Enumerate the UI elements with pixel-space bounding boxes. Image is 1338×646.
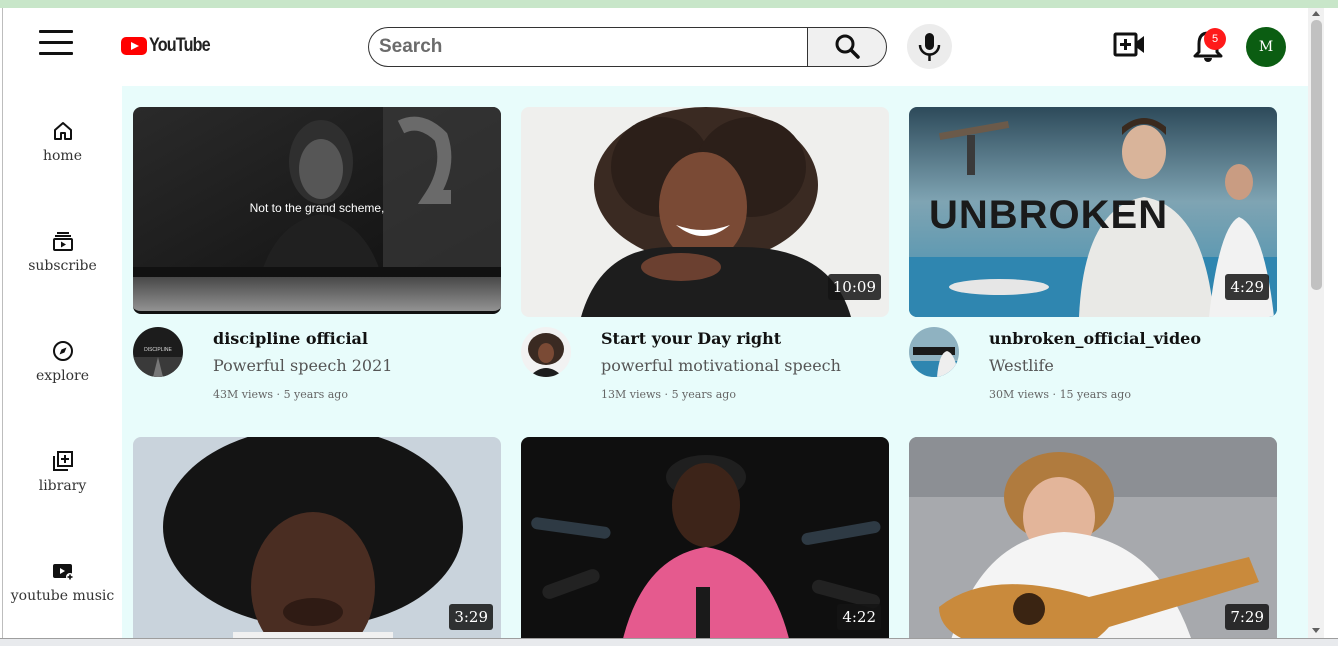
video-meta: 30M views · 15 years ago: [989, 388, 1131, 401]
channel-avatar-image: DISCIPLINE: [133, 327, 183, 377]
video-title[interactable]: Start your Day right: [601, 329, 781, 348]
home-icon: [53, 122, 72, 140]
channel-avatar[interactable]: [909, 327, 959, 377]
video-thumbnail-image: [521, 437, 889, 638]
sidebar-item-youtube-music[interactable]: youtube music: [3, 560, 122, 604]
youtube-logo[interactable]: YouTube: [121, 35, 220, 57]
channel-name[interactable]: Powerful speech 2021: [213, 356, 392, 375]
sidebar-item-library[interactable]: library: [3, 450, 122, 494]
sidebar-item-label: home: [42, 148, 82, 164]
thumbnail-title-text: UNBROKEN: [929, 193, 1169, 237]
video-thumbnail[interactable]: UNBROKEN 4:29: [909, 107, 1277, 317]
video-thumbnail[interactable]: 7:29: [909, 437, 1277, 638]
channel-avatar-image: [909, 327, 959, 377]
sidebar-item-home[interactable]: home: [3, 120, 122, 164]
video-thumbnail[interactable]: 3:29: [133, 437, 501, 638]
video-thumbnail[interactable]: Not to the grand scheme,: [133, 107, 501, 314]
sidebar-item-label: subscribe: [28, 258, 97, 274]
avatar[interactable]: M: [1246, 27, 1286, 67]
sidebar: home subscribe explore library youtube m…: [3, 86, 122, 638]
search-input[interactable]: [368, 27, 808, 67]
scrollbar-thumb[interactable]: [1311, 20, 1322, 290]
library-add-icon: [52, 451, 73, 471]
logo-text: YouTube: [149, 35, 211, 56]
sidebar-item-explore[interactable]: explore: [3, 340, 122, 384]
create-video-button[interactable]: [1113, 30, 1147, 64]
video-title[interactable]: unbroken_official_video: [989, 329, 1201, 348]
video-card[interactable]: UNBROKEN 4:29 unbroken_official_video We…: [909, 107, 1277, 401]
sidebar-item-label: youtube music: [10, 588, 115, 604]
create-video-icon: [1113, 32, 1144, 57]
video-title[interactable]: discipline official: [213, 329, 368, 348]
video-card[interactable]: 3:29: [133, 437, 501, 638]
video-duration: 3:29: [449, 604, 493, 630]
video-thumbnail[interactable]: 4:22: [521, 437, 889, 638]
channel-avatar-text: DISCIPLINE: [144, 347, 172, 353]
video-duration: 4:29: [1225, 274, 1269, 300]
video-card[interactable]: 7:29: [909, 437, 1277, 638]
video-duration: 7:29: [1225, 604, 1269, 630]
view-count: 13M views: [601, 388, 662, 401]
upload-age: 15 years ago: [1059, 388, 1131, 401]
search-icon: [835, 34, 860, 59]
video-thumbnail-image: [909, 437, 1277, 638]
upload-age: 5 years ago: [283, 388, 348, 401]
channel-avatar[interactable]: DISCIPLINE: [133, 327, 183, 377]
voice-search-button[interactable]: [907, 24, 952, 69]
scroll-up-arrow-icon[interactable]: [1312, 11, 1320, 16]
search-button[interactable]: [807, 27, 887, 67]
view-count: 43M views: [213, 388, 274, 401]
hamburger-menu-icon[interactable]: [37, 30, 75, 58]
scroll-down-arrow-icon[interactable]: [1312, 628, 1320, 633]
compass-icon: [52, 341, 73, 361]
video-card[interactable]: 10:09 Start your Day right powerful moti…: [521, 107, 889, 401]
notification-count-badge: 5: [1204, 28, 1226, 50]
video-thumbnail[interactable]: 10:09: [521, 107, 889, 317]
video-meta: 43M views · 5 years ago: [213, 388, 348, 401]
upload-age: 5 years ago: [671, 388, 736, 401]
youtube-music-icon: [52, 564, 74, 581]
taskbar-strip: [0, 638, 1338, 646]
video-duration: 10:09: [827, 274, 881, 300]
sidebar-item-label: library: [38, 478, 87, 494]
microphone-icon: [918, 33, 941, 61]
sidebar-item-subscribe[interactable]: subscribe: [3, 230, 122, 274]
page-scrollbar[interactable]: [1308, 8, 1324, 638]
channel-avatar-image: [521, 327, 571, 377]
video-caption-overlay: Not to the grand scheme,: [249, 201, 385, 215]
sidebar-item-label: explore: [35, 368, 90, 384]
app-window: YouTube Search 5 M home subscribe explor…: [2, 8, 1324, 638]
video-grid: Not to the grand scheme, DISCIPLINE disc…: [122, 86, 1308, 638]
video-card[interactable]: 4:22: [521, 437, 889, 638]
channel-name[interactable]: powerful motivational speech: [601, 356, 841, 375]
video-thumbnail-image: [133, 437, 501, 638]
video-meta: 13M views · 5 years ago: [601, 388, 736, 401]
view-count: 30M views: [989, 388, 1050, 401]
channel-avatar[interactable]: [521, 327, 571, 377]
browser-top-strip: [0, 0, 1338, 8]
video-duration: 4:22: [837, 604, 881, 630]
top-header: YouTube Search 5 M: [3, 8, 1308, 86]
subscriptions-icon: [52, 232, 73, 251]
channel-name[interactable]: Westlife: [989, 356, 1054, 375]
video-card[interactable]: Not to the grand scheme, DISCIPLINE disc…: [133, 107, 501, 401]
youtube-play-icon: [121, 37, 147, 55]
